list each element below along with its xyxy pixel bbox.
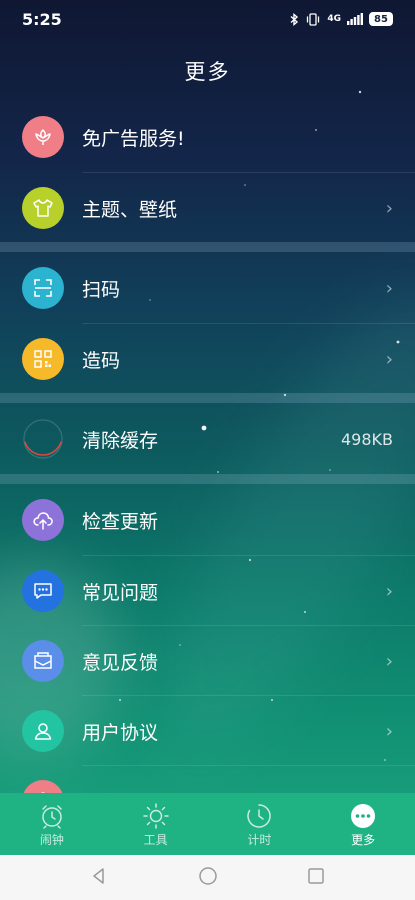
- menu-item-faq[interactable]: 常见问题 ›: [0, 556, 415, 626]
- menu-item-theme-wallpaper[interactable]: 主题、壁纸 ›: [0, 173, 415, 243]
- timer-icon: [245, 801, 273, 831]
- section-divider: [0, 242, 415, 252]
- cloud-upload-icon: [22, 499, 64, 541]
- menu-item-label: 造码: [82, 349, 121, 372]
- chevron-right-icon: ›: [385, 197, 393, 219]
- cache-ring-icon: [22, 418, 64, 460]
- user-icon: [22, 710, 64, 752]
- tab-label: 工具: [143, 832, 168, 847]
- tab-timer[interactable]: 计时: [208, 793, 312, 855]
- menu-item-label: 常见问题: [82, 581, 159, 604]
- menu-item-label: 扫码: [82, 278, 121, 301]
- more-icon: [349, 801, 377, 831]
- sun-icon: [142, 801, 170, 831]
- menu-item-feedback[interactable]: 意见反馈 ›: [0, 626, 415, 696]
- signal-icon: [347, 13, 363, 25]
- menu-item-label: 检查更新: [82, 510, 159, 533]
- recents-icon[interactable]: [306, 866, 326, 890]
- vibrate-icon: [307, 12, 320, 26]
- tab-label: 计时: [247, 832, 272, 847]
- status-bar: 5:25 4G 85: [0, 0, 415, 38]
- cache-size: 498KB: [340, 429, 393, 449]
- tab-tools[interactable]: 工具: [104, 793, 208, 855]
- menu-item-label: 主题、壁纸: [82, 198, 178, 221]
- status-icons: 4G 85: [289, 12, 393, 26]
- qrcode-icon: [22, 338, 64, 380]
- tab-label: 更多: [351, 832, 376, 847]
- tab-alarm[interactable]: 闹钟: [0, 793, 104, 855]
- menu-item-label: 清除缓存: [82, 429, 159, 452]
- chevron-right-icon: ›: [385, 650, 393, 672]
- menu-item-clear-cache[interactable]: 清除缓存 498KB: [0, 404, 415, 474]
- tab-more[interactable]: 更多: [311, 793, 415, 855]
- flower-icon: [22, 116, 64, 158]
- system-nav-bar: [0, 855, 415, 900]
- tshirt-icon: [22, 187, 64, 229]
- battery-indicator: 85: [369, 12, 393, 26]
- chevron-right-icon: ›: [385, 348, 393, 370]
- section-divider: [0, 393, 415, 403]
- alarm-clock-icon: [38, 801, 66, 831]
- menu-item-scan[interactable]: 扫码 ›: [0, 253, 415, 323]
- mail-icon: [22, 640, 64, 682]
- chevron-right-icon: ›: [385, 277, 393, 299]
- menu-item-label: 用户协议: [82, 721, 159, 744]
- page-title: 更多: [184, 60, 231, 84]
- chevron-right-icon: ›: [385, 720, 393, 742]
- menu-item-create-code[interactable]: 造码 ›: [0, 324, 415, 394]
- menu-item-label: 免广告服务!: [82, 127, 185, 150]
- bluetooth-icon: [290, 12, 299, 26]
- bottom-tab-bar: 闹钟 工具 计时 更多: [0, 793, 415, 855]
- chat-bubble-icon: [22, 570, 64, 612]
- scan-icon: [22, 267, 64, 309]
- menu-item-label: 意见反馈: [82, 651, 159, 674]
- menu-item-user-agreement[interactable]: 用户协议 ›: [0, 696, 415, 766]
- network-type: 4G: [327, 14, 341, 24]
- chevron-right-icon: ›: [385, 580, 393, 602]
- menu-item-ad-free[interactable]: 免广告服务!: [0, 102, 415, 172]
- back-icon[interactable]: [89, 866, 109, 890]
- section-divider: [0, 474, 415, 484]
- more-screen: 5:25 4G 85 更多 免广告服务! 主题、壁纸 › 扫码 › 造码 › 清…: [0, 0, 415, 900]
- status-time: 5:25: [22, 9, 62, 29]
- menu-item-check-update[interactable]: 检查更新: [0, 485, 415, 555]
- home-icon[interactable]: [198, 866, 218, 890]
- tab-label: 闹钟: [39, 832, 64, 847]
